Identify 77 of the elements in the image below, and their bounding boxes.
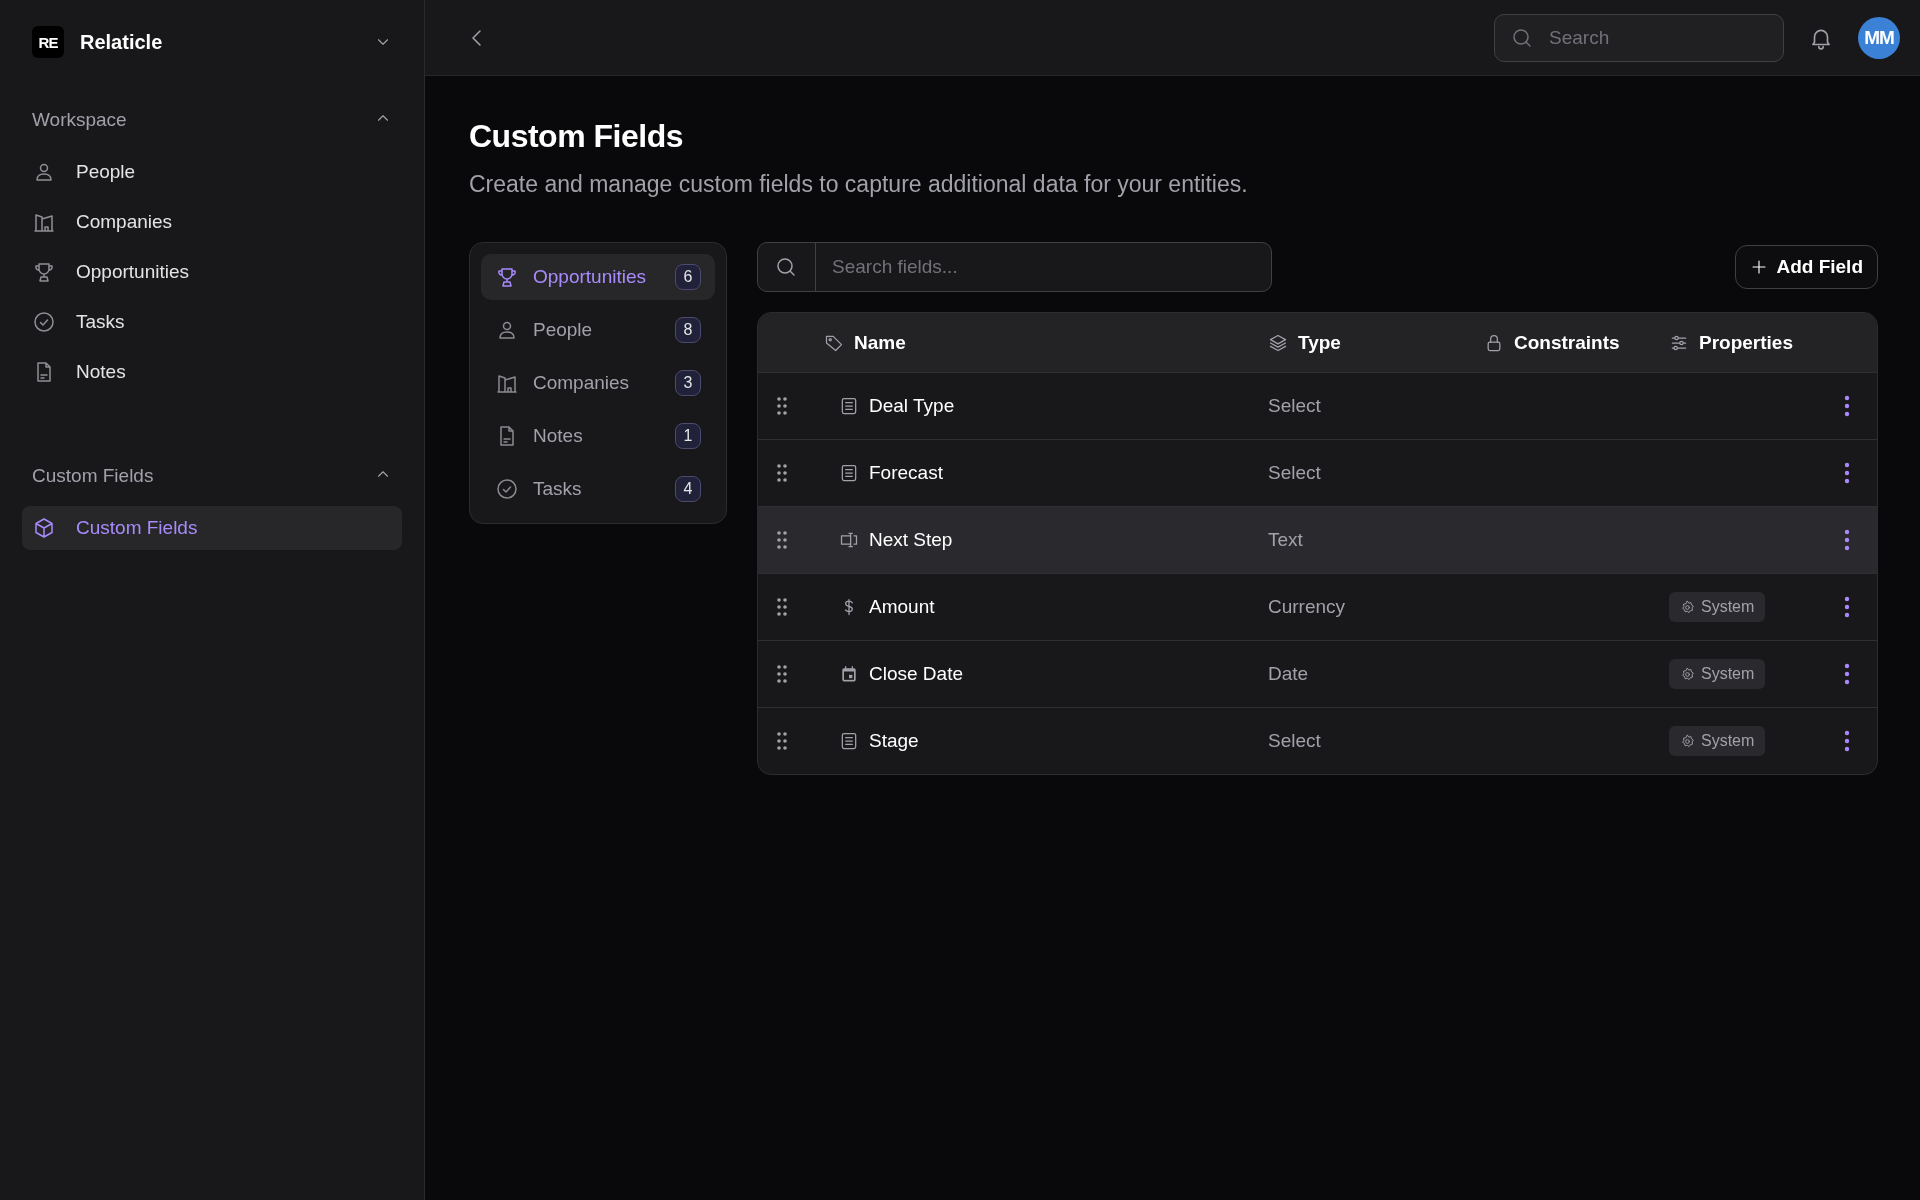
sidebar-item[interactable]: Custom Fields (22, 506, 402, 550)
more-options-icon[interactable] (1844, 730, 1850, 752)
sidebar-item[interactable]: Tasks (22, 300, 402, 344)
field-name: Close Date (869, 663, 963, 685)
page-title: Custom Fields (469, 118, 684, 155)
entity-item[interactable]: Opportunities 6 (481, 254, 715, 300)
page-description: Create and manage custom fields to capture additional data for your entities. (469, 171, 1249, 198)
entity-item[interactable]: People 8 (481, 307, 715, 353)
section-title: Workspace (32, 109, 127, 131)
drag-handle-icon[interactable] (776, 530, 788, 550)
list-icon (839, 463, 859, 483)
column-header[interactable]: Properties (1699, 331, 1793, 354)
more-options-icon[interactable] (1844, 596, 1850, 618)
layers-icon (1268, 332, 1288, 353)
count-badge: 8 (675, 317, 701, 343)
field-name: Deal Type (869, 395, 955, 417)
count-badge: 3 (675, 370, 701, 396)
count-badge: 4 (675, 476, 701, 502)
brand-name[interactable]: Relaticle (80, 30, 358, 54)
field-type: Select (1268, 730, 1321, 752)
sidebar-item[interactable]: Companies (22, 200, 402, 244)
sidebar-item[interactable]: Opportunities (22, 250, 402, 294)
count-badge: 6 (675, 264, 701, 290)
table-row[interactable]: Deal Type Select (758, 372, 1877, 439)
sidebar-item[interactable]: Notes (22, 350, 402, 394)
check-circle-icon (32, 310, 56, 334)
table-row[interactable]: Amount Currency System (758, 573, 1877, 640)
user-avatar[interactable]: MM (1858, 16, 1900, 59)
system-badge: System (1669, 726, 1766, 756)
gear-icon (1680, 666, 1695, 682)
list-icon (839, 396, 859, 416)
search-icon (774, 255, 798, 279)
entity-item[interactable]: Companies 3 (481, 360, 715, 406)
more-options-icon[interactable] (1844, 395, 1850, 417)
more-options-icon[interactable] (1844, 462, 1850, 484)
list-icon (839, 731, 859, 751)
more-options-icon[interactable] (1844, 529, 1850, 551)
cube-icon (32, 516, 56, 540)
system-badge: System (1669, 592, 1766, 622)
text-field-icon (839, 530, 859, 550)
field-name: Next Step (869, 529, 953, 551)
calendar-icon (839, 664, 859, 684)
field-name: Forecast (869, 462, 943, 484)
table-row[interactable]: Stage Select System (758, 707, 1877, 774)
add-field-button[interactable]: Add Field (1735, 245, 1878, 289)
field-type: Date (1268, 663, 1309, 685)
brand-logo: RE (32, 26, 64, 58)
field-name: Amount (869, 596, 935, 618)
trophy-icon (495, 265, 519, 289)
field-type: Select (1268, 462, 1321, 484)
field-type: Currency (1268, 596, 1346, 618)
drag-handle-icon[interactable] (776, 597, 788, 617)
table-row[interactable]: Next Step Text (758, 506, 1877, 573)
entity-item[interactable]: Notes 1 (481, 413, 715, 459)
drag-handle-icon[interactable] (776, 463, 788, 483)
count-badge: 1 (675, 423, 701, 449)
check-circle-icon (495, 477, 519, 501)
drag-handle-icon[interactable] (776, 731, 788, 751)
column-header[interactable]: Constraints (1514, 331, 1620, 354)
column-header[interactable]: Type (1298, 331, 1341, 354)
drag-handle-icon[interactable] (776, 664, 788, 684)
section-title: Custom Fields (32, 465, 154, 487)
gear-icon (1680, 733, 1695, 749)
field-search-field[interactable]: Search fields... (757, 242, 1272, 292)
field-type: Text (1268, 529, 1303, 551)
drag-handle-icon[interactable] (776, 396, 788, 416)
system-badge: System (1669, 659, 1766, 689)
sidebar-item[interactable]: People (22, 150, 402, 194)
field-type: Select (1268, 395, 1321, 417)
gear-icon (1680, 599, 1695, 615)
table-row[interactable]: Close Date Date System (758, 640, 1877, 707)
trophy-icon (32, 260, 56, 284)
search-field[interactable]: Search (1494, 13, 1784, 62)
entity-item[interactable]: Tasks 4 (481, 466, 715, 512)
column-header[interactable]: Name (854, 331, 906, 354)
more-options-icon[interactable] (1844, 663, 1850, 685)
field-name: Stage (869, 730, 919, 752)
